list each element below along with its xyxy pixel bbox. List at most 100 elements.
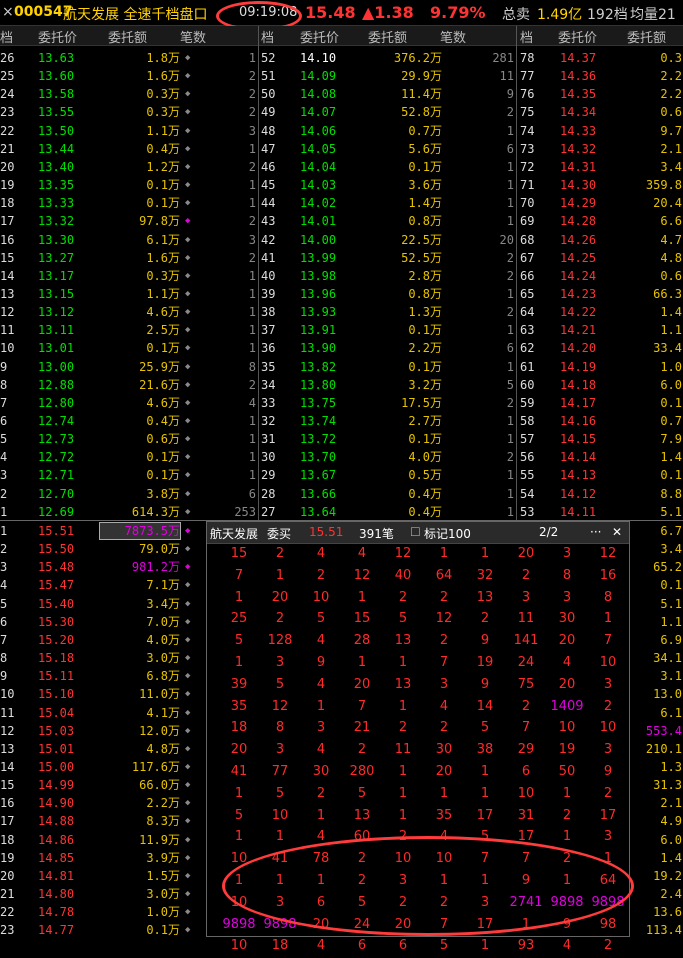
marker-dot-icon: ◆: [185, 53, 191, 63]
table-row[interactable]: 6 12.74 0.4万 ◆ 1 32 13.74 2.7万 1 58 14.16 0.7: [0, 411, 683, 429]
price: 14.08: [300, 87, 337, 102]
price: 14.90: [38, 796, 75, 811]
queue-order-size: 12: [435, 611, 453, 627]
table-row[interactable]: 10 13.01 0.1万 ◆ 1 36 13.90 2.2万 6 62 14.20 33.4: [0, 338, 683, 356]
table-row[interactable]: 16 13.30 6.1万 ◆ 3 42 14.00 22.5万 20 68 14.26 4.7: [0, 230, 683, 248]
queue-order-size: 3: [275, 742, 285, 758]
close-icon[interactable]: ×: [2, 4, 14, 20]
amount: 3.0万: [146, 887, 180, 901]
queue-order-size: 1: [398, 785, 408, 801]
marker-dot-icon: ◆: [185, 416, 191, 426]
amount: 0.4万: [408, 486, 442, 501]
level: 3: [0, 468, 8, 483]
table-row[interactable]: 17 13.32 97.8万 ◆ 2 43 14.01 0.8万 1 69 14.28 6.6: [0, 211, 683, 229]
queue-order-size: 1: [439, 785, 449, 801]
popup-mode: 委买: [267, 527, 292, 541]
price: 13.17: [38, 268, 75, 283]
queue-order-size: 98: [599, 916, 617, 932]
amount: 0.7万: [408, 123, 442, 138]
amount: 22.5万: [401, 232, 442, 247]
amount: 3.2万: [408, 377, 442, 392]
table-row[interactable]: 9 13.00 25.9万 ◆ 8 35 13.82 0.1万 1 61 14.19 1.0: [0, 357, 683, 375]
queue-row: 5 128 4 28 13 2 9 141 20 7: [207, 631, 629, 653]
table-row[interactable]: 13 13.15 1.1万 ◆ 1 39 13.96 0.8万 1 65 14.23 66.3: [0, 284, 683, 302]
table-row[interactable]: 8 12.88 21.6万 ◆ 2 34 13.80 3.2万 5 60 14.18 6.0: [0, 375, 683, 393]
table-row[interactable]: 20 13.40 1.2万 ◆ 2 46 14.04 0.1万 1 72 14.31 3.4: [0, 157, 683, 175]
table-row[interactable]: 26 13.63 1.8万 ◆ 1 52 14.10 376.2万 281 78 14.37 0.3: [0, 48, 683, 66]
table-row[interactable]: 7 12.80 4.6万 ◆ 4 33 13.75 17.5万 2 59 14.17 0.1: [0, 393, 683, 411]
table-row[interactable]: 5 12.73 0.6万 ◆ 1 31 13.72 0.1万 1 57 14.15 7.9: [0, 429, 683, 447]
level: 75: [520, 105, 535, 120]
amount: 1.4: [660, 450, 682, 465]
queue-order-size: 10: [312, 589, 330, 605]
queue-order-size: 20: [517, 546, 535, 561]
price: 13.70: [300, 450, 337, 465]
table-row[interactable]: 19 13.35 0.1万 ◆ 1 45 14.03 3.6万 1 71 14.30 359.8: [0, 175, 683, 193]
popup-menu-icon[interactable]: ···: [590, 525, 601, 539]
percent-change: 9.79%: [430, 3, 486, 22]
order-count: 1: [506, 414, 514, 428]
table-row[interactable]: 22 13.50 1.1万 ◆ 3 48 14.06 0.7万 1 74 14.33 9.7: [0, 121, 683, 139]
price: 14.18: [560, 377, 597, 392]
amount: 3.9万: [146, 850, 180, 865]
amount: 0.8万: [408, 286, 442, 301]
marker-dot-icon: ◆: [185, 580, 191, 591]
header-price-2: 委托价: [300, 31, 340, 46]
level: 45: [261, 178, 276, 193]
level: 50: [261, 87, 276, 102]
queue-order-size: 35: [435, 807, 453, 823]
price: 14.88: [38, 814, 75, 829]
order-count: 1: [506, 196, 514, 211]
popup-close-icon[interactable]: ✕: [612, 525, 622, 539]
marker-dot-icon: ◆: [185, 270, 191, 281]
marker-dot-icon: ◆: [185, 889, 191, 899]
marker-dot-icon: ◆: [185, 834, 191, 845]
popup-mark-label[interactable]: 标记100: [424, 525, 471, 542]
amount: 25.9万: [139, 359, 180, 374]
table-row[interactable]: 24 13.58 0.3万 ◆ 2 50 14.08 11.4万 9 76 14.35 2.2: [0, 84, 683, 102]
table-row[interactable]: 25 13.60 1.6万 ◆ 2 51 14.09 29.9万 11 77 14.36 2.2: [0, 66, 683, 84]
price: 15.04: [38, 705, 75, 720]
order-count: 20: [499, 232, 514, 247]
level: 52: [261, 51, 276, 65]
marker-dot-icon: ◆: [185, 707, 191, 718]
price: 14.21: [560, 323, 597, 338]
level: 12: [0, 305, 15, 320]
table-row[interactable]: 23 13.55 0.3万 ◆ 2 49 14.07 52.8万 2 75 14.34 0.6: [0, 102, 683, 120]
table-row[interactable]: 21 13.44 0.4万 ◆ 1 47 14.05 5.6万 6 73 14.32 2.1: [0, 139, 683, 157]
mark-checkbox-icon[interactable]: ☐: [410, 525, 421, 539]
queue-order-size: 1: [398, 655, 408, 670]
price: 13.80: [300, 377, 337, 392]
queue-order-size: 20: [230, 742, 248, 758]
queue-order-size: 1: [234, 829, 244, 845]
table-row[interactable]: 12 13.12 4.6万 ◆ 1 38 13.93 1.3万 2 64 14.22 1.4: [0, 302, 683, 320]
table-row[interactable]: 14 13.17 0.3万 ◆ 1 40 13.98 2.8万 2 66 14.24 0.6: [0, 266, 683, 284]
queue-order-size: 41: [230, 764, 248, 779]
table-row[interactable]: 3 12.71 0.1万 ◆ 1 29 13.67 0.5万 1 55 14.13 0.1: [0, 465, 683, 483]
price-change: ▲1.38: [362, 3, 414, 22]
queue-order-size: 20: [558, 676, 576, 692]
amount: 0.3万: [146, 87, 180, 102]
amount: 376.2万: [393, 51, 442, 65]
order-count: 2: [248, 377, 256, 392]
marker-dot-icon: ◆: [185, 234, 191, 245]
queue-order-size: 12: [394, 546, 412, 561]
amount: 0.3: [660, 51, 682, 65]
price: 14.12: [560, 486, 597, 501]
amount: 79.0万: [139, 542, 180, 557]
table-row[interactable]: 1 12.69 614.3万 ◆ 253 27 13.64 0.4万 1 53 14.11 5.1: [0, 502, 683, 520]
queue-row: 20 3 4 2 11 30 38 29 19 3: [207, 740, 629, 762]
table-row[interactable]: 4 12.72 0.1万 ◆ 1 30 13.70 4.0万 2 56 14.14 1.4: [0, 447, 683, 465]
table-row[interactable]: 2 12.70 3.8万 ◆ 6 28 13.66 0.4万 1 54 14.12 8.8: [0, 484, 683, 502]
queue-order-size: 11: [394, 742, 412, 758]
level: 13: [0, 286, 15, 301]
table-row[interactable]: 18 13.33 0.1万 ◆ 1 44 14.02 1.4万 1 70 14.29 20.4: [0, 193, 683, 211]
order-count: 1: [506, 468, 514, 483]
table-row[interactable]: 15 13.27 1.6万 ◆ 2 41 13.99 52.5万 2 67 14.25 4.8: [0, 248, 683, 266]
table-row[interactable]: 11 13.11 2.5万 ◆ 1 37 13.91 0.1万 1 63 14.21 1.1: [0, 320, 683, 338]
queue-order-size: 7: [234, 567, 244, 583]
level: 78: [520, 51, 535, 65]
queue-order-size: 7: [439, 655, 449, 670]
queue-order-size: 2: [480, 611, 490, 627]
marker-dot-icon: ◆: [185, 343, 191, 354]
